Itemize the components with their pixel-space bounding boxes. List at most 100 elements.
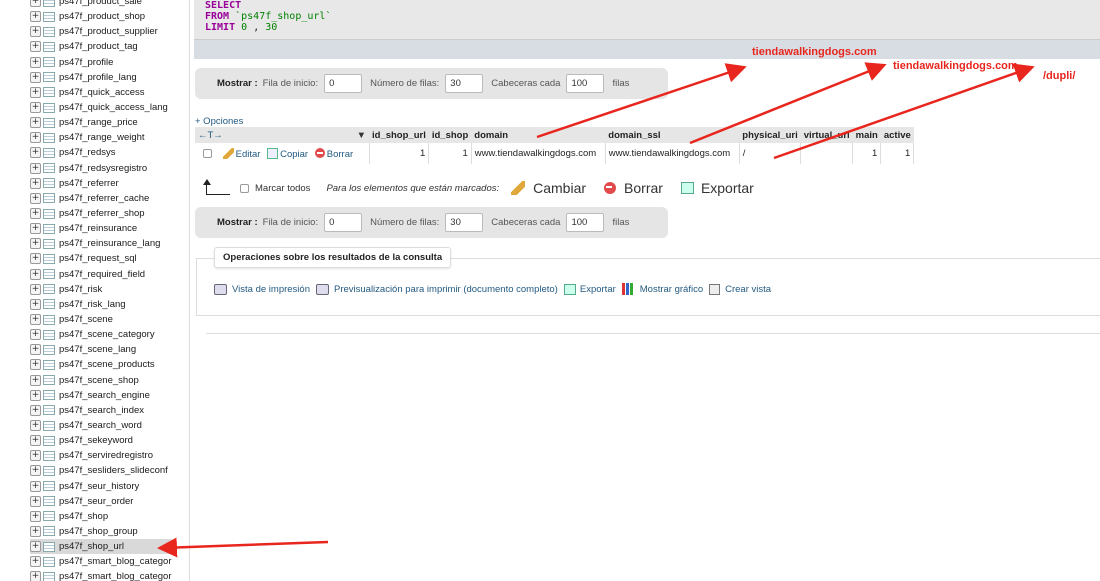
print-view-link[interactable]: Vista de impresión xyxy=(214,283,310,295)
num-rows-input[interactable] xyxy=(445,74,484,93)
sidebar-table-label[interactable]: ps47f_quick_access_lang xyxy=(59,102,168,113)
start-row-input[interactable] xyxy=(324,213,363,232)
expand-icon[interactable]: + xyxy=(30,329,41,341)
expand-icon[interactable]: + xyxy=(30,147,41,159)
sidebar-table-label[interactable]: ps47f_product_tag xyxy=(59,41,138,52)
expand-icon[interactable]: + xyxy=(30,344,41,356)
cell-domain[interactable]: www.tiendawalkingdogs.com xyxy=(471,143,606,164)
sidebar-table-label[interactable]: ps47f_product_shop xyxy=(59,11,145,22)
cell-physical-uri[interactable]: / xyxy=(739,143,802,164)
expand-icon[interactable]: + xyxy=(30,56,41,68)
sidebar-table-item[interactable]: + ps47f_scene_category xyxy=(30,327,172,342)
expand-icon[interactable]: + xyxy=(30,177,41,189)
expand-icon[interactable]: + xyxy=(30,510,41,522)
expand-icon[interactable]: + xyxy=(30,41,41,53)
expand-icon[interactable]: + xyxy=(30,268,41,280)
sidebar-table-label[interactable]: ps47f_redsysregistro xyxy=(59,163,147,174)
row-checkbox[interactable] xyxy=(203,148,212,158)
sidebar-table-item[interactable]: + ps47f_serviredregistro xyxy=(30,448,172,463)
expand-icon[interactable]: + xyxy=(30,359,41,371)
sidebar-table-item[interactable]: + ps47f_product_shop xyxy=(30,9,172,24)
col-header-main[interactable]: main xyxy=(852,127,881,143)
col-header-virtual-uri[interactable]: virtual_uri xyxy=(800,127,853,143)
sidebar-table-item[interactable]: + ps47f_shop_url xyxy=(30,539,172,555)
sidebar-table-label[interactable]: ps47f_smart_blog_categor xyxy=(59,556,172,567)
sidebar-table-item[interactable]: + ps47f_reinsurance xyxy=(30,221,172,236)
cell-main[interactable]: 1 xyxy=(852,143,882,164)
sidebar-table-label[interactable]: ps47f_profile xyxy=(59,57,113,68)
cell-virtual-uri[interactable] xyxy=(800,143,854,164)
sidebar-table-item[interactable]: + ps47f_smart_blog_categor xyxy=(30,569,172,581)
sidebar-table-label[interactable]: ps47f_sesliders_slideconf xyxy=(59,465,168,476)
create-view-link[interactable]: Crear vista xyxy=(709,283,771,295)
expand-icon[interactable]: + xyxy=(30,117,41,129)
sidebar-table-item[interactable]: + ps47f_sesliders_slideconf xyxy=(30,463,172,478)
start-row-input[interactable] xyxy=(324,74,363,93)
sidebar-table-label[interactable]: ps47f_sekeyword xyxy=(59,435,133,446)
col-header-active[interactable]: active xyxy=(880,127,914,143)
expand-icon[interactable]: + xyxy=(30,192,41,204)
sidebar-table-item[interactable]: + ps47f_profile xyxy=(30,55,172,70)
bulk-export-button[interactable]: Exportar xyxy=(680,180,754,196)
sidebar-table-item[interactable]: + ps47f_seur_order xyxy=(30,494,172,509)
sidebar-table-item[interactable]: + ps47f_risk xyxy=(30,282,172,297)
sidebar-table-item[interactable]: + ps47f_referrer_cache xyxy=(30,191,172,206)
sidebar-table-item[interactable]: + ps47f_redsysregistro xyxy=(30,161,172,176)
expand-icon[interactable]: + xyxy=(30,556,41,568)
expand-icon[interactable]: + xyxy=(30,420,41,431)
sidebar-table-label[interactable]: ps47f_smart_blog_categor xyxy=(59,571,172,581)
sidebar-table-item[interactable]: + ps47f_seur_history xyxy=(30,479,172,494)
sidebar-table-label[interactable]: ps47f_required_field xyxy=(59,269,145,280)
copy-row-button[interactable]: Copiar xyxy=(267,147,308,160)
bulk-change-button[interactable]: Cambiar xyxy=(511,180,586,196)
expand-icon[interactable]: + xyxy=(30,238,41,250)
sidebar-table-item[interactable]: + ps47f_shop xyxy=(30,509,172,524)
expand-icon[interactable]: + xyxy=(30,480,41,492)
expand-icon[interactable]: + xyxy=(30,0,41,8)
sidebar-table-label[interactable]: ps47f_referrer xyxy=(59,178,119,189)
cell-active[interactable]: 1 xyxy=(880,143,915,164)
expand-icon[interactable]: + xyxy=(30,26,41,38)
print-preview-link[interactable]: Previsualización para imprimir (document… xyxy=(315,283,558,295)
options-link[interactable]: + Opciones xyxy=(195,116,243,127)
cell-id-shop[interactable]: 1 xyxy=(428,143,472,164)
sidebar-table-label[interactable]: ps47f_search_engine xyxy=(59,390,150,401)
sidebar-table-label[interactable]: ps47f_range_weight xyxy=(59,132,145,143)
display-chart-link[interactable]: Mostrar gráfico xyxy=(621,283,703,295)
sidebar-table-label[interactable]: ps47f_risk_lang xyxy=(59,299,126,310)
expand-icon[interactable]: + xyxy=(30,389,41,401)
sidebar-table-label[interactable]: ps47f_profile_lang xyxy=(59,72,137,83)
sidebar-table-label[interactable]: ps47f_range_price xyxy=(59,117,138,128)
sidebar-table-label[interactable]: ps47f_request_sql xyxy=(59,253,137,264)
headers-every-input[interactable] xyxy=(566,213,605,232)
sidebar-table-label[interactable]: ps47f_search_word xyxy=(59,420,142,431)
expand-icon[interactable]: + xyxy=(30,404,41,416)
cell-domain-ssl[interactable]: www.tiendawalkingdogs.com xyxy=(605,143,740,164)
col-header-domain-ssl[interactable]: domain_ssl xyxy=(605,127,740,143)
export-link[interactable]: Exportar xyxy=(563,283,616,295)
sidebar-table-label[interactable]: ps47f_referrer_shop xyxy=(59,208,145,219)
delete-row-button[interactable]: Borrar xyxy=(314,147,353,160)
edit-row-button[interactable]: Editar xyxy=(222,147,260,160)
expand-icon[interactable]: + xyxy=(30,71,41,83)
sidebar-table-item[interactable]: + ps47f_risk_lang xyxy=(30,297,172,312)
sidebar-table-item[interactable]: + ps47f_search_word xyxy=(30,418,172,433)
num-rows-input[interactable] xyxy=(445,213,484,232)
sidebar-table-item[interactable]: + ps47f_profile_lang xyxy=(30,70,172,85)
sql-query-box[interactable]: SELECT FROM `ps47f_shop_url` LIMIT 0 , 3… xyxy=(194,0,1100,40)
sidebar-table-item[interactable]: + ps47f_referrer_shop xyxy=(30,206,172,221)
sidebar-table-item[interactable]: + ps47f_product_supplier xyxy=(30,24,172,39)
sidebar-table-item[interactable]: + ps47f_range_weight xyxy=(30,130,172,145)
sidebar-table-label[interactable]: ps47f_scene_shop xyxy=(59,375,139,386)
sidebar-table-item[interactable]: + ps47f_scene xyxy=(30,312,172,327)
sidebar-table-item[interactable]: + ps47f_referrer xyxy=(30,176,172,191)
sidebar-table-item[interactable]: + ps47f_required_field xyxy=(30,267,172,282)
expand-icon[interactable]: + xyxy=(30,86,41,98)
expand-icon[interactable]: + xyxy=(30,571,41,581)
expand-icon[interactable]: + xyxy=(30,208,41,220)
sidebar-table-label[interactable]: ps47f_product_sale xyxy=(59,0,142,7)
expand-icon[interactable]: + xyxy=(30,450,41,462)
sidebar-table-label[interactable]: ps47f_scene_products xyxy=(59,359,155,370)
sidebar-table-label[interactable]: ps47f_seur_order xyxy=(59,496,133,507)
sidebar-table-label[interactable]: ps47f_scene xyxy=(59,314,113,325)
